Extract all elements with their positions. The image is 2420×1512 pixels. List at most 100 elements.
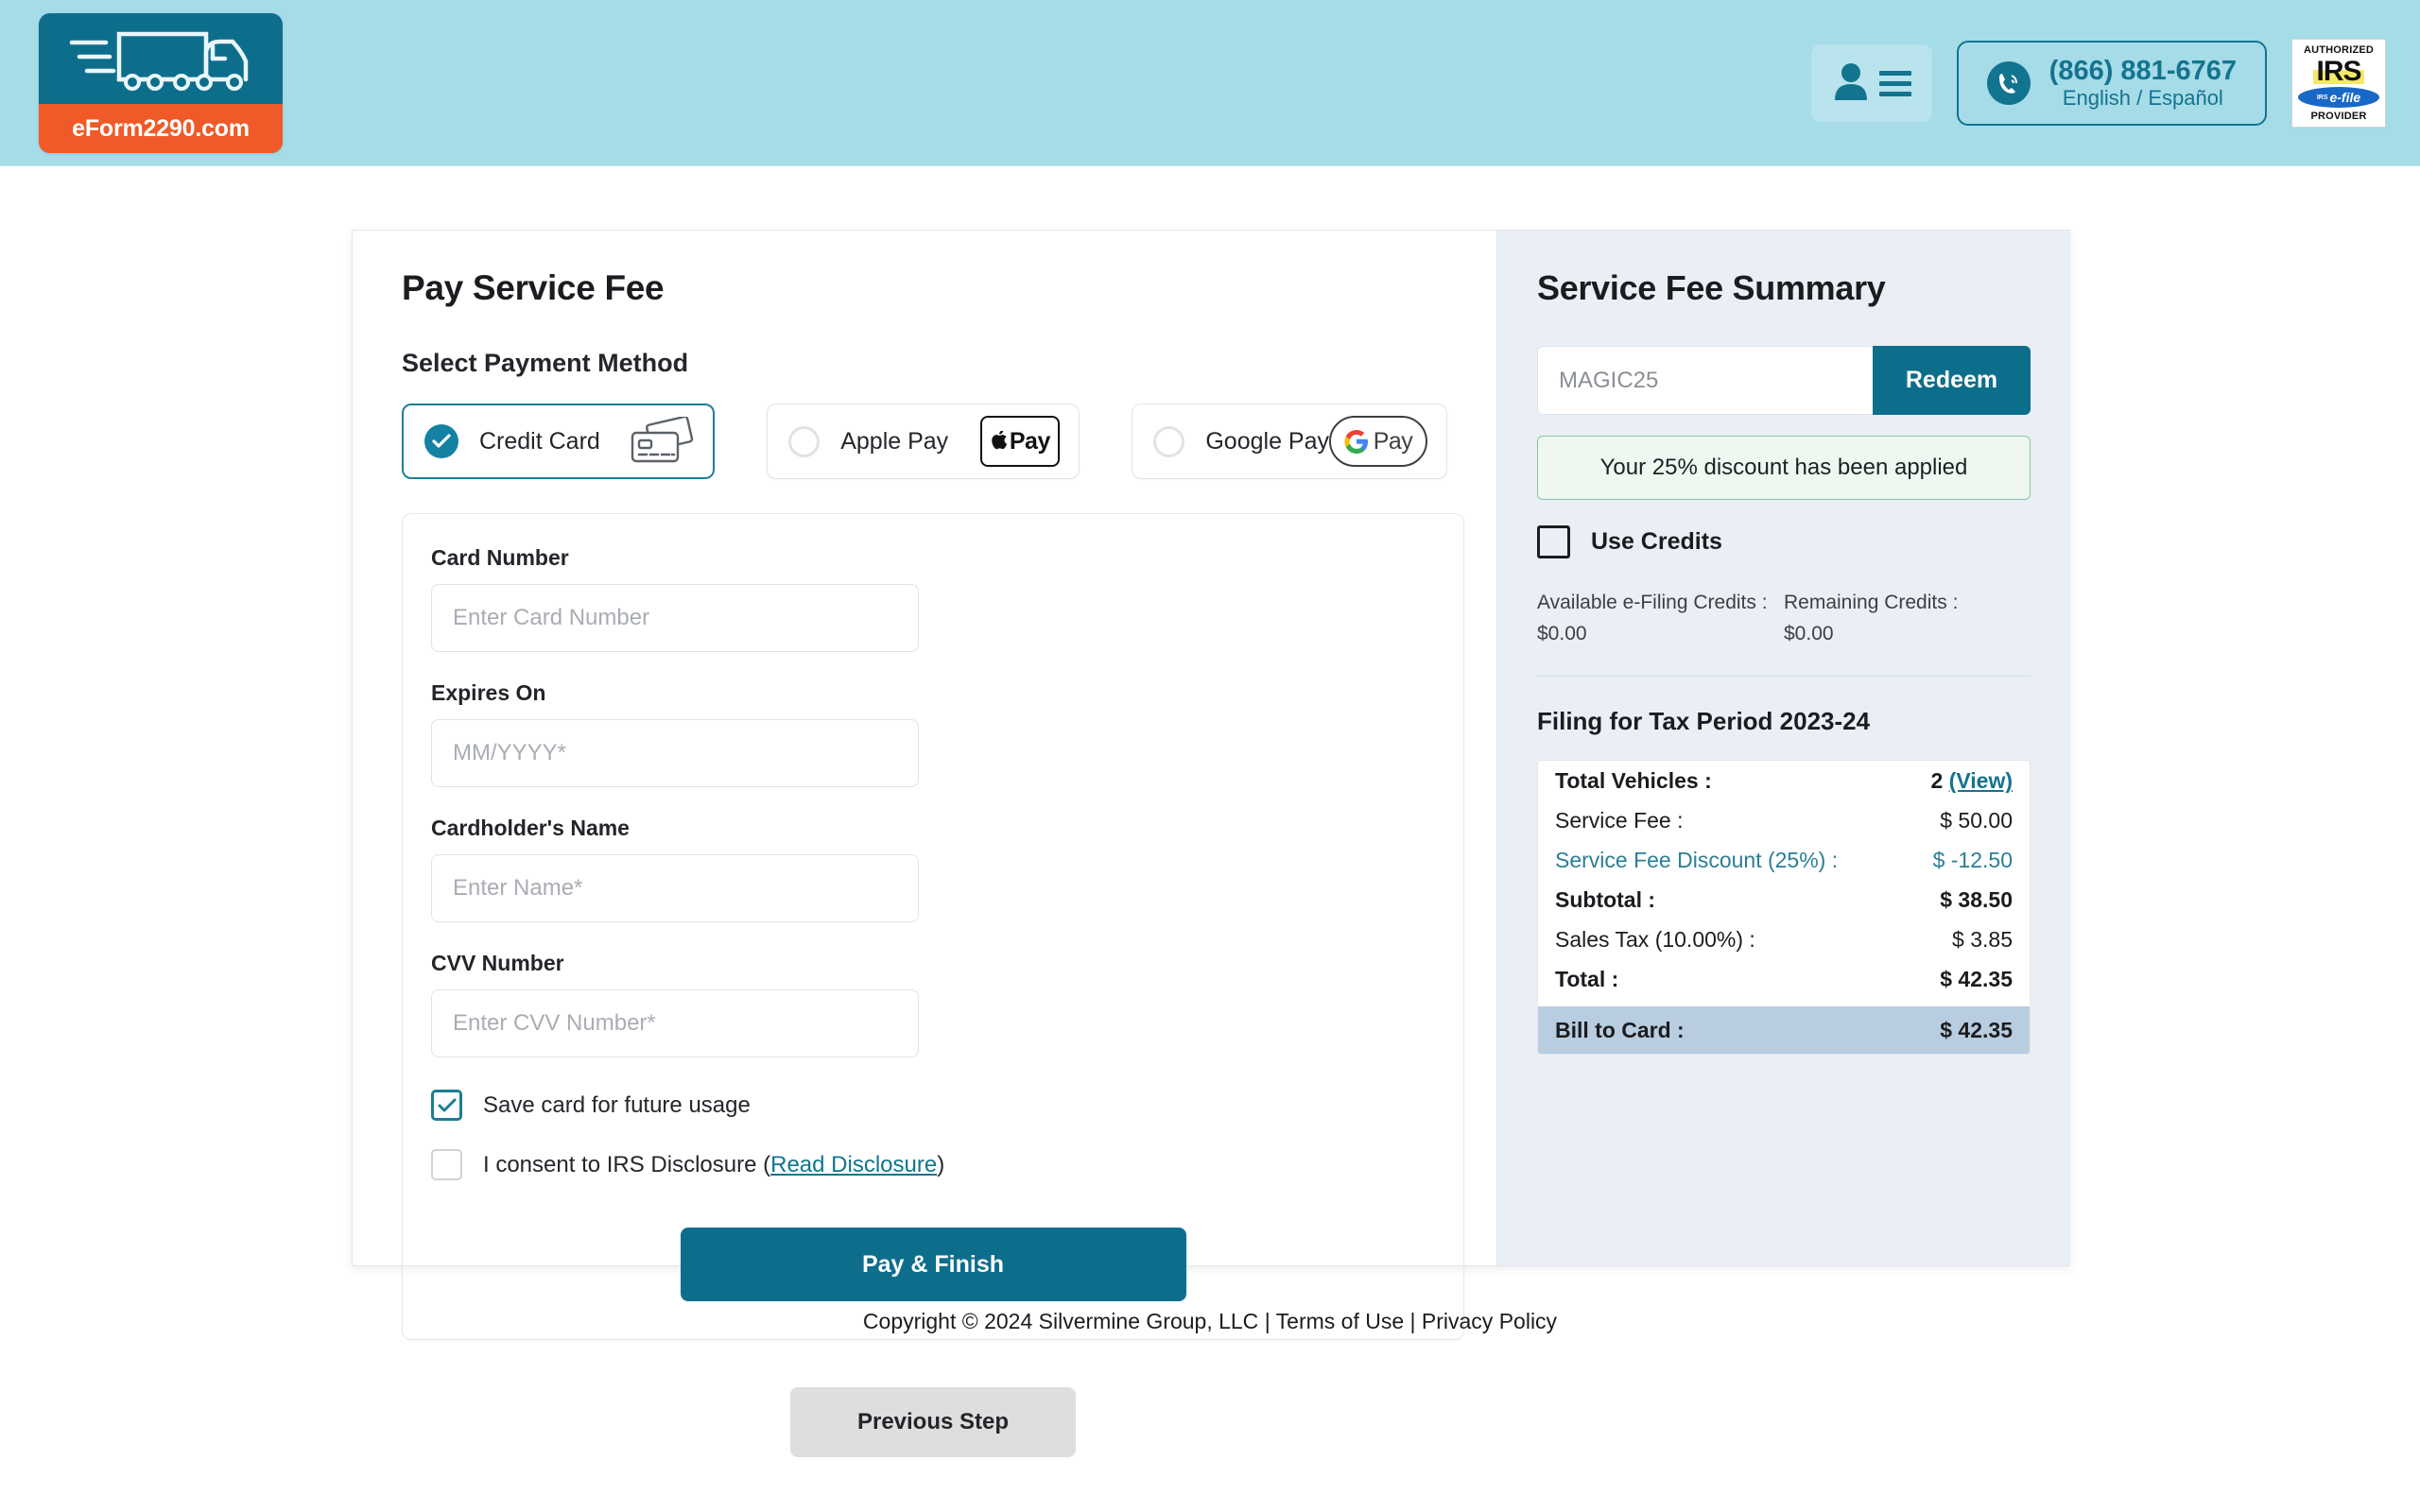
google-pay-mark-text: Pay <box>1374 428 1413 455</box>
promo-code-input[interactable] <box>1537 346 1873 415</box>
google-g-icon <box>1344 429 1369 454</box>
available-credits-block: Available e-Filing Credits : $0.00 <box>1537 592 1784 645</box>
field-card-number: Card Number <box>431 545 919 652</box>
phone-languages: English / Español <box>2063 86 2223 110</box>
truck-icon <box>39 19 283 106</box>
credit-card-form: Card Number Expires On Cardholder's Name… <box>402 513 1464 1340</box>
irs-badge-authorized: AUTHORIZED <box>2304 44 2374 56</box>
irs-badge-provider: PROVIDER <box>2310 111 2366 122</box>
payment-pane: Pay Service Fee Select Payment Method Cr… <box>353 231 1497 1265</box>
radio-selected-icon[interactable] <box>424 424 458 458</box>
save-card-row[interactable]: Save card for future usage <box>431 1090 1435 1121</box>
redeem-button[interactable]: Redeem <box>1873 346 2031 415</box>
irs-badge-efile: IRS e-file <box>2298 87 2379 108</box>
summary-title: Service Fee Summary <box>1537 268 2031 308</box>
payment-method-label-credit-card: Credit Card <box>479 428 600 455</box>
irs-badge-efile-small: IRS <box>2317 94 2328 101</box>
save-card-label: Save card for future usage <box>483 1092 751 1119</box>
promo-code-row: Redeem <box>1537 346 2031 415</box>
label-cvv-number: CVV Number <box>431 951 919 976</box>
row-value: $ 3.85 <box>1952 927 2013 953</box>
cvv-input[interactable] <box>431 989 919 1057</box>
site-footer: Copyright © 2024 Silvermine Group, LLC |… <box>0 1309 2420 1334</box>
row-value: $ 38.50 <box>1940 887 2013 913</box>
payment-method-label-google-pay: Google Pay <box>1205 428 1329 455</box>
use-credits-checkbox[interactable] <box>1537 525 1570 558</box>
payment-method-apple-pay[interactable]: Apple Pay Pay <box>767 404 1080 479</box>
discount-applied-message: Your 25% discount has been applied <box>1537 436 2031 500</box>
table-row: Total Vehicles : 2 (View) <box>1538 761 2030 808</box>
irs-badge-efile-text: e-file <box>2329 90 2360 105</box>
table-row: Service Fee Discount (25%) : $ -12.50 <box>1538 848 2030 887</box>
page-title: Pay Service Fee <box>402 268 1447 308</box>
apple-pay-mark: Pay <box>980 416 1060 467</box>
irs-consent-text: I consent to IRS Disclosure (Read Disclo… <box>483 1152 944 1178</box>
terms-of-use-link[interactable]: Terms of Use <box>1276 1309 1404 1333</box>
fee-breakdown-table: Total Vehicles : 2 (View) Service Fee : … <box>1537 760 2031 1055</box>
phone-number: (866) 881-6767 <box>2049 56 2237 86</box>
available-credits-value: $0.00 <box>1537 623 1784 645</box>
read-disclosure-link[interactable]: Read Disclosure <box>770 1152 937 1177</box>
label-card-number: Card Number <box>431 545 919 571</box>
user-icon <box>1832 60 1870 107</box>
remaining-credits-label: Remaining Credits : <box>1784 592 2031 614</box>
logo[interactable]: eForm2290.com <box>39 13 283 153</box>
service-fee-summary-pane: Service Fee Summary Redeem Your 25% disc… <box>1497 231 2070 1265</box>
row-label: Total : <box>1555 967 1618 992</box>
use-credits-label: Use Credits <box>1591 528 1722 556</box>
card-number-input[interactable] <box>431 584 919 652</box>
irs-badge-irs: IRS <box>2313 59 2363 85</box>
pay-and-finish-button[interactable]: Pay & Finish <box>681 1228 1186 1301</box>
row-label: Service Fee Discount (25%) : <box>1555 848 1838 873</box>
payment-method-google-pay[interactable]: Google Pay Pay <box>1132 404 1447 479</box>
irs-consent-label: I consent to IRS Disclosure <box>483 1152 756 1177</box>
table-row: Subtotal : $ 38.50 <box>1538 887 2030 927</box>
cardholder-name-input[interactable] <box>431 854 919 922</box>
available-credits-label: Available e-Filing Credits : <box>1537 592 1784 614</box>
logo-brand-bar: eForm2290.com <box>39 104 283 153</box>
previous-step-row: Previous Step <box>402 1387 1464 1457</box>
row-label: Service Fee : <box>1555 808 1684 833</box>
credits-section: Use Credits Available e-Filing Credits :… <box>1537 525 2031 677</box>
header-right-group: (866) 881-6767 English / Español AUTHORI… <box>1811 0 2386 166</box>
irs-consent-checkbox[interactable] <box>431 1149 462 1180</box>
use-credits-row[interactable]: Use Credits <box>1537 525 2031 558</box>
row-label: Bill to Card : <box>1555 1018 1685 1043</box>
row-value: $ 42.35 <box>1940 967 2013 992</box>
payment-method-credit-card[interactable]: Credit Card <box>402 404 715 479</box>
save-card-checkbox[interactable] <box>431 1090 462 1121</box>
expiry-date-input[interactable] <box>431 719 919 787</box>
radio-unselected-icon[interactable] <box>788 426 820 457</box>
row-value: $ 42.35 <box>1940 1018 2013 1043</box>
select-payment-method-heading: Select Payment Method <box>402 349 1447 378</box>
total-vehicles-count: 2 <box>1930 768 1943 793</box>
radio-unselected-icon[interactable] <box>1153 426 1184 457</box>
row-label: Sales Tax (10.00%) : <box>1555 927 1755 953</box>
payment-method-options: Credit Card <box>402 404 1447 479</box>
google-pay-mark: Pay <box>1329 416 1427 467</box>
row-value: $ -12.50 <box>1933 848 2013 873</box>
phone-contact-button[interactable]: (866) 881-6767 English / Español <box>1957 41 2267 126</box>
irs-consent-row[interactable]: I consent to IRS Disclosure (Read Disclo… <box>431 1149 1435 1180</box>
privacy-policy-link[interactable]: Privacy Policy <box>1422 1309 1557 1333</box>
filing-period-title: Filing for Tax Period 2023-24 <box>1537 707 2031 736</box>
read-disclosure-paren-close: ) <box>937 1152 944 1177</box>
phone-icon <box>1987 61 2031 105</box>
row-label: Subtotal : <box>1555 887 1655 913</box>
irs-efile-provider-badge: AUTHORIZED IRS IRS e-file PROVIDER <box>2291 39 2386 128</box>
site-header: eForm2290.com <box>0 0 2420 166</box>
field-cardholder-name: Cardholder's Name <box>431 816 919 922</box>
account-menu-button[interactable] <box>1811 44 1932 122</box>
footer-separator: | <box>1265 1309 1270 1333</box>
row-label: Total Vehicles : <box>1555 768 1712 794</box>
previous-step-button[interactable]: Previous Step <box>790 1387 1076 1457</box>
view-vehicles-link[interactable]: (View) <box>1949 768 2013 793</box>
credit-card-icon <box>630 417 694 466</box>
table-row: Sales Tax (10.00%) : $ 3.85 <box>1538 927 2030 967</box>
hamburger-menu-icon[interactable] <box>1879 71 1911 96</box>
remaining-credits-block: Remaining Credits : $0.00 <box>1784 592 2031 645</box>
table-row-bill-to-card: Bill to Card : $ 42.35 <box>1538 1006 2030 1054</box>
label-expires-on: Expires On <box>431 680 919 706</box>
table-row: Total : $ 42.35 <box>1538 967 2030 1006</box>
payment-method-label-apple-pay: Apple Pay <box>840 428 948 455</box>
